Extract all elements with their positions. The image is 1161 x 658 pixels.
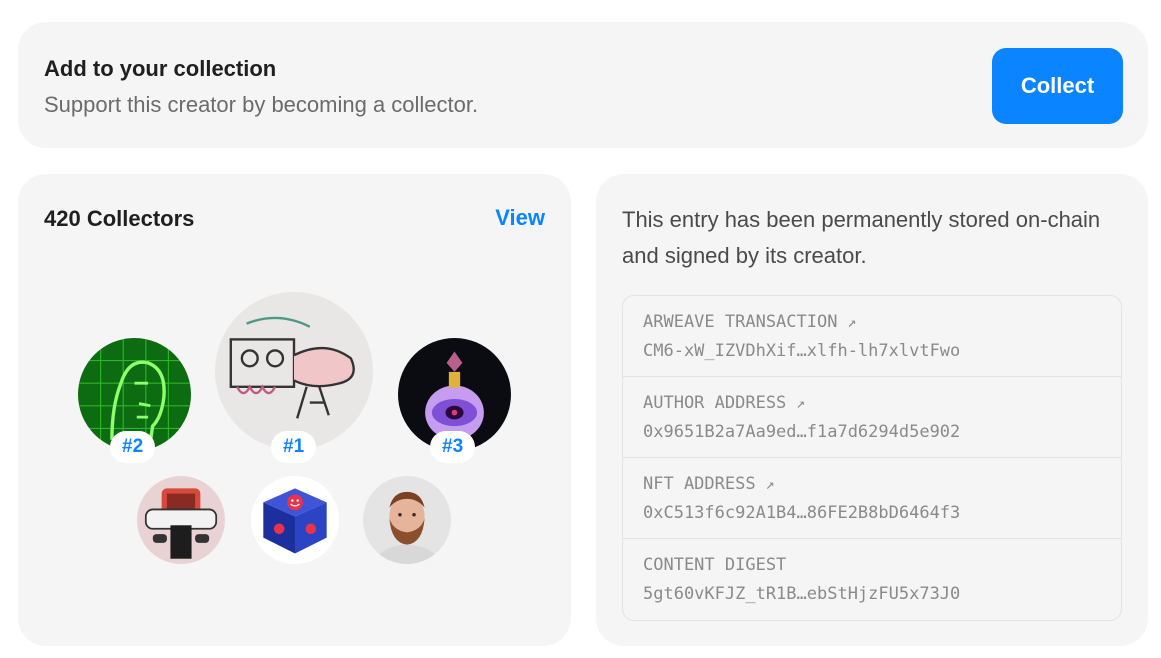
arweave-transaction-row[interactable]: ARWEAVE TRANSACTION ↗ CM6-xW_IZVDhXif…xl… <box>623 296 1121 377</box>
collect-banner: Add to your collection Support this crea… <box>18 22 1148 148</box>
row-label: AUTHOR ADDRESS <box>643 393 787 413</box>
external-link-icon: ↗ <box>796 394 806 412</box>
author-address-row[interactable]: AUTHOR ADDRESS ↗ 0x9651B2a7Aa9ed…f1a7d62… <box>623 377 1121 458</box>
external-link-icon: ↗ <box>765 475 775 493</box>
rank-badge-3: #3 <box>430 431 476 463</box>
collectors-card: 420 Collectors View #2 #1 #3 <box>18 174 571 646</box>
row-label: CONTENT DIGEST <box>643 555 787 575</box>
banner-subtitle: Support this creator by becoming a colle… <box>44 92 479 117</box>
banner-title: Add to your collection <box>44 56 277 81</box>
collect-button[interactable]: Collect <box>992 48 1123 124</box>
collectors-count-title: 420 Collectors <box>44 206 195 231</box>
sketch-drawing-avatar[interactable] <box>215 292 373 450</box>
row-value: 0x9651B2a7Aa9ed…f1a7d6294d5e902 <box>643 422 961 442</box>
nft-address-row[interactable]: NFT ADDRESS ↗ 0xC513f6c92A1B4…86FE2B8bD6… <box>623 458 1121 539</box>
rank-badge-2: #2 <box>110 431 156 463</box>
view-collectors-link[interactable]: View <box>495 205 545 231</box>
smiley-cube-avatar[interactable] <box>251 476 339 564</box>
bearded-man-avatar[interactable] <box>363 476 451 564</box>
onchain-info-card: This entry has been permanently stored o… <box>596 174 1148 646</box>
row-value: CM6-xW_IZVDhXif…xlfh-lh7xlvtFwo <box>643 341 961 361</box>
robot-avatar[interactable] <box>137 476 225 564</box>
rank-badge-1: #1 <box>271 431 317 463</box>
onchain-details-list: ARWEAVE TRANSACTION ↗ CM6-xW_IZVDhXif…xl… <box>622 295 1122 621</box>
row-value: 5gt60vKFJZ_tR1B…ebStHjzFU5x73J0 <box>643 584 961 604</box>
row-label: NFT ADDRESS <box>643 474 756 494</box>
row-label: ARWEAVE TRANSACTION <box>643 312 838 332</box>
row-value: 0xC513f6c92A1B4…86FE2B8bD6464f3 <box>643 503 961 523</box>
external-link-icon: ↗ <box>847 313 857 331</box>
content-digest-row: CONTENT DIGEST 5gt60vKFJZ_tR1B…ebStHjzFU… <box>623 539 1121 620</box>
onchain-description: This entry has been permanently stored o… <box>622 207 1101 268</box>
